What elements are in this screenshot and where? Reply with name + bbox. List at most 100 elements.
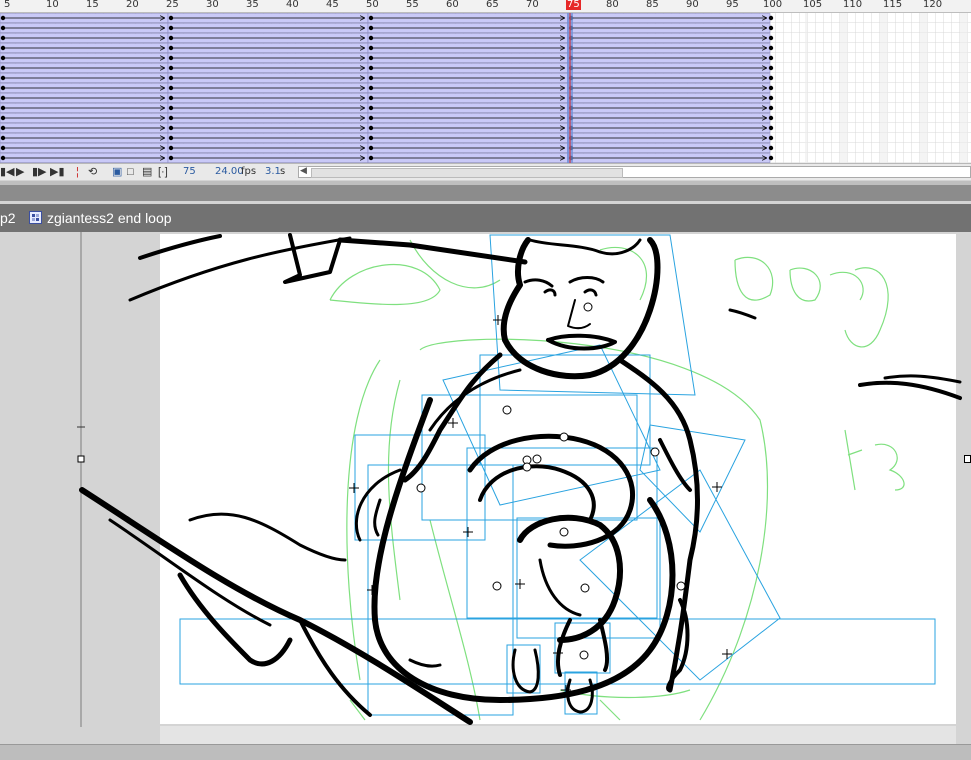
keyframe-dot[interactable]: [368, 15, 374, 21]
frame-ruler[interactable]: 5 10 15 20 25 30 35 40 45 50 55 60 65 70…: [0, 0, 971, 13]
keyframe-dot[interactable]: [168, 155, 174, 161]
keyframe-dot[interactable]: [368, 105, 374, 111]
keyframe-dot[interactable]: [168, 105, 174, 111]
stage-edge-handle[interactable]: [964, 455, 971, 463]
keyframe-dot[interactable]: [768, 25, 774, 31]
modify-onion-markers-icon[interactable]: [·]: [158, 166, 168, 178]
step-forward-icon[interactable]: ▮▶: [32, 166, 47, 178]
keyframe-dot[interactable]: [368, 65, 374, 71]
keyframe-dot[interactable]: [168, 135, 174, 141]
keyframe-dot[interactable]: [768, 95, 774, 101]
keyframe-dot[interactable]: [168, 95, 174, 101]
keyframe-dot[interactable]: [0, 25, 6, 31]
status-strip: [0, 744, 971, 760]
keyframe-dot[interactable]: [368, 85, 374, 91]
keyframe-dot[interactable]: [0, 95, 6, 101]
edit-multiple-frames-icon[interactable]: ▤: [142, 166, 152, 178]
keyframe-dot[interactable]: [768, 55, 774, 61]
keyframe-dot[interactable]: [0, 15, 6, 21]
keyframe-dot[interactable]: [368, 145, 374, 151]
keyframe-dot[interactable]: [0, 55, 6, 61]
keyframe-dot[interactable]: [168, 145, 174, 151]
play-icon[interactable]: ▶: [16, 166, 24, 178]
keyframe-dot[interactable]: [0, 135, 6, 141]
keyframe-dot[interactable]: [0, 35, 6, 41]
loop-icon[interactable]: ⟲: [88, 166, 97, 178]
current-frame-readout[interactable]: 75: [183, 166, 196, 177]
keyframe-dot[interactable]: [168, 55, 174, 61]
keyframe-dot[interactable]: [368, 55, 374, 61]
keyframe-dot[interactable]: [768, 125, 774, 131]
ruler-label: 80: [606, 0, 619, 10]
keyframe-dot[interactable]: [168, 85, 174, 91]
keyframe-dot[interactable]: [0, 125, 6, 131]
keyframe-dot[interactable]: [0, 65, 6, 71]
keyframe-dot[interactable]: [768, 85, 774, 91]
ruler-label: 100: [763, 0, 783, 10]
keyframe-dot[interactable]: [768, 15, 774, 21]
breadcrumb-current-symbol[interactable]: zgiantess2 end loop: [47, 210, 172, 226]
keyframe-dot[interactable]: [768, 105, 774, 111]
keyframe-dot[interactable]: [168, 125, 174, 131]
keyframe-dot[interactable]: [768, 65, 774, 71]
ruler-label: 70: [526, 0, 539, 10]
keyframe-dot[interactable]: [0, 85, 6, 91]
keyframe-dot[interactable]: [168, 45, 174, 51]
keyframe-dot[interactable]: [168, 115, 174, 121]
scrollbar-thumb[interactable]: [311, 168, 623, 178]
keyframe-dot[interactable]: [0, 75, 6, 81]
keyframe-dot[interactable]: [0, 105, 6, 111]
keyframe-dot[interactable]: [0, 155, 6, 161]
keyframe-dot[interactable]: [368, 35, 374, 41]
keyframe-dot[interactable]: [768, 135, 774, 141]
ruler-label: 60: [446, 0, 459, 10]
keyframe-dot[interactable]: [368, 75, 374, 81]
ruler-label: 25: [166, 0, 179, 10]
ruler-label: 110: [843, 0, 863, 10]
keyframe-dot[interactable]: [768, 155, 774, 161]
keyframe-dot[interactable]: [368, 115, 374, 121]
keyframe-dot[interactable]: [0, 115, 6, 121]
keyframe-dot[interactable]: [168, 25, 174, 31]
breadcrumb-previous[interactable]: p2: [0, 210, 16, 226]
ruler-label: 120: [923, 0, 943, 10]
ruler-label: 5: [4, 0, 11, 10]
elapsed-unit: s: [280, 166, 286, 177]
keyframe-dot[interactable]: [168, 65, 174, 71]
fps-readout[interactable]: 24.00: [215, 166, 244, 177]
scroll-left-icon[interactable]: ◀: [300, 165, 307, 176]
panel-divider[interactable]: [0, 181, 971, 201]
center-frame-icon[interactable]: ¦: [76, 166, 79, 178]
ruler-label: 30: [206, 0, 219, 10]
onion-outline-icon[interactable]: □: [127, 166, 134, 178]
keyframe-dot[interactable]: [768, 145, 774, 151]
keyframe-dot[interactable]: [368, 25, 374, 31]
keyframe-dot[interactable]: [0, 45, 6, 51]
tween-spans[interactable]: [0, 13, 774, 163]
step-to-end-icon[interactable]: ▶▮: [50, 166, 65, 178]
ruler-label: 105: [803, 0, 823, 10]
keyframe-dot[interactable]: [768, 75, 774, 81]
stage-horizontal-scrollbar[interactable]: [160, 726, 956, 744]
keyframe-dot[interactable]: [0, 145, 6, 151]
step-to-start-icon[interactable]: ▮◀: [0, 166, 15, 178]
keyframe-dot[interactable]: [168, 35, 174, 41]
keyframe-dot[interactable]: [368, 45, 374, 51]
keyframe-dot[interactable]: [168, 75, 174, 81]
keyframe-dot[interactable]: [368, 135, 374, 141]
keyframe-dot[interactable]: [168, 15, 174, 21]
keyframe-dot[interactable]: [768, 115, 774, 121]
timeline-horizontal-scrollbar[interactable]: ◀: [298, 165, 971, 178]
ruler-label: 45: [326, 0, 339, 10]
artwork-layer[interactable]: [0, 232, 971, 727]
edit-bar: p2 zgiantess2 end loop: [0, 204, 971, 232]
keyframe-dot[interactable]: [768, 35, 774, 41]
keyframe-dot[interactable]: [768, 45, 774, 51]
onion-skin-icon[interactable]: ▣: [112, 166, 122, 178]
keyframe-dot[interactable]: [368, 125, 374, 131]
keyframe-dot[interactable]: [368, 155, 374, 161]
keyframe-dot[interactable]: [368, 95, 374, 101]
frame-grid[interactable]: [0, 13, 971, 163]
ruler-label: 35: [246, 0, 259, 10]
fps-unit: fps: [241, 166, 257, 177]
